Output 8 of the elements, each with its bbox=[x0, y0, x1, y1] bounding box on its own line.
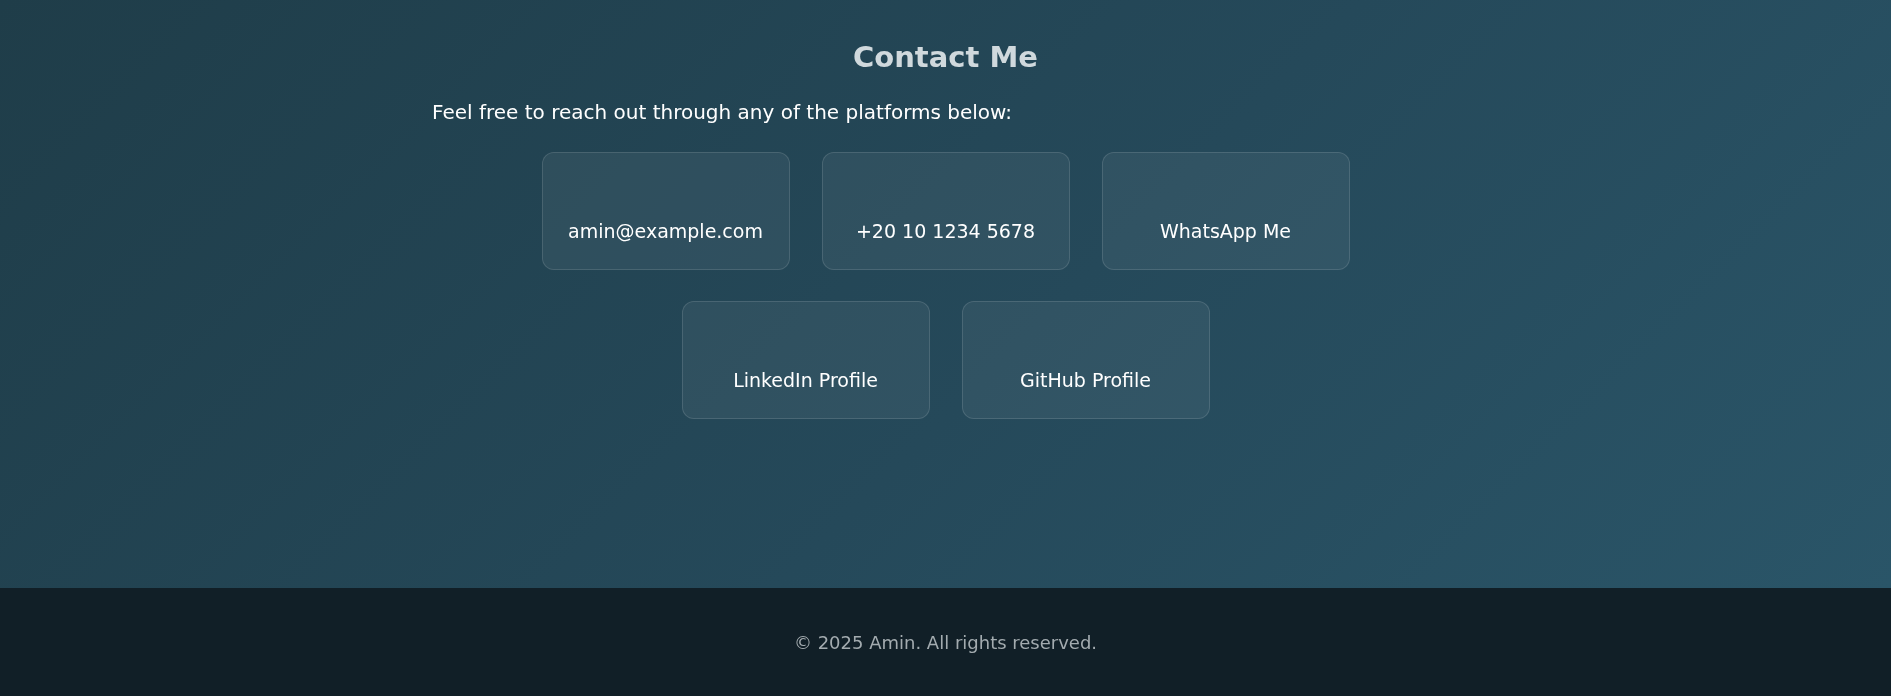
intro-text: Feel free to reach out through any of the platforms below: bbox=[432, 99, 1014, 126]
section-heading: Contact Me bbox=[852, 39, 1039, 76]
contact-card[interactable]: amin@example.com bbox=[541, 152, 790, 270]
contact-card[interactable]: +20 10 1234 5678 bbox=[821, 152, 1070, 270]
copyright-text: © 2025 Amin. All rights reserved. bbox=[793, 631, 1098, 653]
contact-card[interactable]: LinkedIn Profile bbox=[681, 301, 930, 419]
contact-card[interactable]: GitHub Profile bbox=[961, 301, 1210, 419]
contact-card[interactable]: WhatsApp Me bbox=[1101, 152, 1350, 270]
